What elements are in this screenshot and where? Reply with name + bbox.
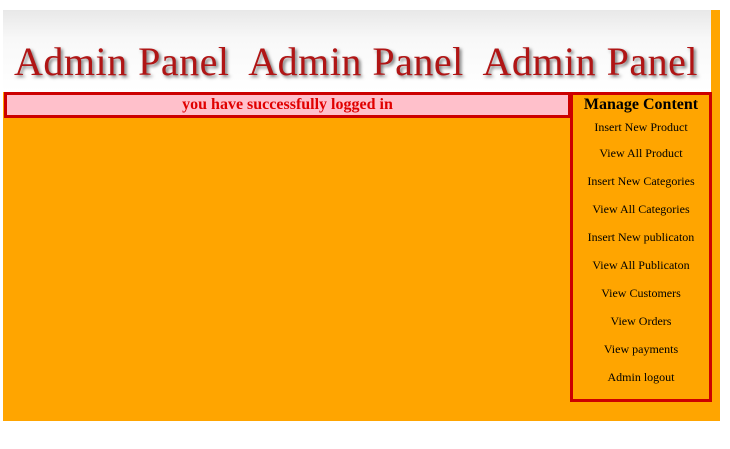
sidebar-link-insert-product[interactable]: Insert New Product (573, 115, 709, 139)
sidebar-link-view-products[interactable]: View All Product (573, 139, 709, 167)
header-banner: Admin Panel Admin Panel Admin Panel (3, 10, 711, 92)
sidebar-link-view-publications[interactable]: View All Publicaton (573, 251, 709, 279)
login-success-message: you have successfully logged in (4, 92, 571, 118)
sidebar-menu: Insert New Product View All Product Inse… (573, 115, 709, 391)
manage-content-sidebar: Manage Content Insert New Product View A… (570, 92, 712, 402)
sidebar-link-view-orders[interactable]: View Orders (573, 307, 709, 335)
sidebar-link-view-customers[interactable]: View Customers (573, 279, 709, 307)
page-title: Admin Panel Admin Panel Admin Panel (14, 39, 699, 84)
page-wrapper: Admin Panel Admin Panel Admin Panel you … (3, 10, 720, 421)
sidebar-link-insert-categories[interactable]: Insert New Categories (573, 167, 709, 195)
sidebar-heading: Manage Content (583, 96, 699, 113)
sidebar-link-admin-logout[interactable]: Admin logout (573, 363, 709, 391)
sidebar-link-insert-publication[interactable]: Insert New publicaton (573, 223, 709, 251)
sidebar-link-view-categories[interactable]: View All Categories (573, 195, 709, 223)
sidebar-link-view-payments[interactable]: View payments (573, 335, 709, 363)
